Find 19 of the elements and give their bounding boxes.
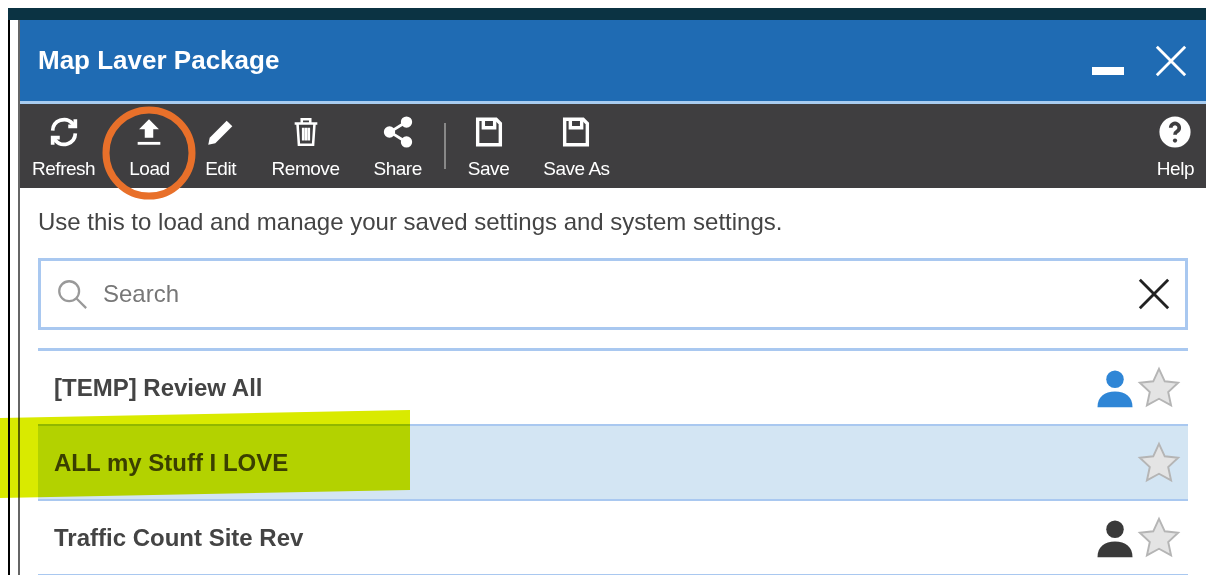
toolbar-button[interactable]: Save As: [541, 114, 612, 178]
description-text: Use this to load and manage your saved settings and system settings.: [37, 207, 784, 237]
minimize-button[interactable]: [1092, 66, 1124, 75]
toolbar-button[interactable]: Save: [465, 114, 512, 178]
toolbar-button[interactable]: Refresh: [30, 114, 98, 178]
help-icon: [1158, 114, 1193, 149]
search-input[interactable]: Search: [103, 276, 1123, 312]
close-icon[interactable]: [1154, 43, 1188, 78]
toolbar-button[interactable]: Help: [1154, 114, 1196, 178]
toolbar-button[interactable]: Share: [371, 114, 424, 178]
item-name: Traffic Count Site Rev: [54, 522, 305, 553]
window-title: Map Laver Package: [38, 44, 281, 77]
clear-icon[interactable]: [1137, 277, 1171, 311]
toolbar-button[interactable]: Remove: [269, 114, 342, 178]
search-icon: [55, 277, 89, 311]
item-name: [TEMP] Review All: [54, 372, 264, 403]
toolbar-button[interactable]: Edit: [201, 114, 240, 178]
item-name: ALL my Stuff I LOVE: [54, 447, 290, 478]
search-field[interactable]: Search: [38, 258, 1188, 330]
